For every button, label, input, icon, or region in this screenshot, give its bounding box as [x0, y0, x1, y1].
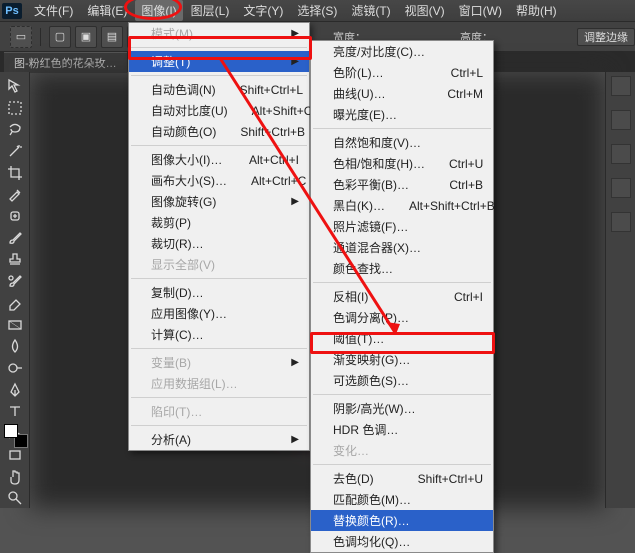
adj-gradient-map[interactable]: 渐变映射(G)… — [311, 349, 493, 370]
menu-adjustments[interactable]: 调整(T)▶ — [129, 51, 309, 72]
marquee-tool-icon[interactable] — [3, 98, 27, 118]
separator — [131, 425, 307, 426]
image-dropdown: 模式(M)▶ 调整(T)▶ 自动色调(N)Shift+Ctrl+L 自动对比度(… — [128, 22, 310, 451]
color-swatches[interactable] — [4, 424, 28, 448]
selmode-add-icon[interactable]: ▣ — [75, 26, 97, 48]
document-tab[interactable]: 图-粉红色的花朵玫… — [4, 52, 127, 73]
menu-image-rotate[interactable]: 图像旋转(G)▶ — [129, 191, 309, 212]
healing-tool-icon[interactable] — [3, 206, 27, 226]
separator — [131, 397, 307, 398]
adj-match-color[interactable]: 匹配颜色(M)… — [311, 489, 493, 510]
adj-vibrance[interactable]: 自然饱和度(V)… — [311, 132, 493, 153]
adj-color-balance[interactable]: 色彩平衡(B)…Ctrl+B — [311, 174, 493, 195]
gradient-tool-icon[interactable] — [3, 315, 27, 335]
menu-trap[interactable]: 陷印(T)… — [129, 401, 309, 422]
fg-swatch[interactable] — [4, 424, 18, 438]
menu-trim[interactable]: 裁切(R)… — [129, 233, 309, 254]
history-brush-tool-icon[interactable] — [3, 271, 27, 291]
adj-levels[interactable]: 色阶(L)…Ctrl+L — [311, 62, 493, 83]
selmode-new-icon[interactable]: ▢ — [49, 26, 71, 48]
wand-tool-icon[interactable] — [3, 141, 27, 161]
menu-edit[interactable]: 编辑(E) — [81, 0, 133, 21]
menu-canvas-size[interactable]: 画布大小(S)…Alt+Ctrl+C — [129, 170, 309, 191]
marquee-preset-icon[interactable]: ▭ — [10, 26, 32, 48]
adj-channel-mixer[interactable]: 通道混合器(X)… — [311, 237, 493, 258]
menu-analysis[interactable]: 分析(A)▶ — [129, 429, 309, 450]
adj-hue-sat[interactable]: 色相/饱和度(H)…Ctrl+U — [311, 153, 493, 174]
panel-group-icon[interactable] — [611, 212, 631, 232]
right-dock — [605, 72, 635, 508]
menu-mode[interactable]: 模式(M)▶ — [129, 23, 309, 44]
menu-auto-contrast[interactable]: 自动对比度(U)Alt+Shift+Ctrl+L — [129, 100, 309, 121]
brush-tool-icon[interactable] — [3, 228, 27, 248]
adj-equalize[interactable]: 色调均化(Q)… — [311, 531, 493, 552]
adjustments-submenu: 亮度/对比度(C)… 色阶(L)…Ctrl+L 曲线(U)…Ctrl+M 曝光度… — [310, 40, 494, 553]
menu-select[interactable]: 选择(S) — [291, 0, 343, 21]
adj-threshold[interactable]: 阈值(T)… — [311, 328, 493, 349]
menu-filter[interactable]: 滤镜(T) — [345, 0, 396, 21]
panel-group-icon[interactable] — [611, 178, 631, 198]
menu-window[interactable]: 窗口(W) — [453, 0, 508, 21]
menubar: Ps 文件(F) 编辑(E) 图像(I) 图层(L) 文字(Y) 选择(S) 滤… — [0, 0, 635, 22]
menu-auto-tone[interactable]: 自动色调(N)Shift+Ctrl+L — [129, 79, 309, 100]
separator — [313, 394, 491, 395]
stamp-tool-icon[interactable] — [3, 250, 27, 270]
separator — [40, 28, 41, 46]
menu-layer[interactable]: 图层(L) — [185, 0, 236, 21]
adj-hdr-toning[interactable]: HDR 色调… — [311, 419, 493, 440]
adj-exposure[interactable]: 曝光度(E)… — [311, 104, 493, 125]
refine-edge-button[interactable]: 调整边缘 — [577, 28, 635, 46]
menu-view[interactable]: 视图(V) — [399, 0, 451, 21]
panel-group-icon[interactable] — [611, 144, 631, 164]
lasso-tool-icon[interactable] — [3, 119, 27, 139]
crop-tool-icon[interactable] — [3, 163, 27, 183]
zoom-tool-icon[interactable] — [3, 488, 27, 508]
separator — [313, 464, 491, 465]
menu-apply-image[interactable]: 应用图像(Y)… — [129, 303, 309, 324]
separator — [131, 278, 307, 279]
adj-variations[interactable]: 变化… — [311, 440, 493, 461]
menu-image-size[interactable]: 图像大小(I)…Alt+Ctrl+I — [129, 149, 309, 170]
adj-brightness-contrast[interactable]: 亮度/对比度(C)… — [311, 41, 493, 62]
adj-desaturate[interactable]: 去色(D)Shift+Ctrl+U — [311, 468, 493, 489]
separator — [131, 145, 307, 146]
menu-help[interactable]: 帮助(H) — [510, 0, 563, 21]
menu-datasets[interactable]: 应用数据组(L)… — [129, 373, 309, 394]
adj-black-white[interactable]: 黑白(K)…Alt+Shift+Ctrl+B — [311, 195, 493, 216]
adj-posterize[interactable]: 色调分离(P)… — [311, 307, 493, 328]
adj-curves[interactable]: 曲线(U)…Ctrl+M — [311, 83, 493, 104]
menu-variables[interactable]: 变量(B)▶ — [129, 352, 309, 373]
eraser-tool-icon[interactable] — [3, 293, 27, 313]
menu-image[interactable]: 图像(I) — [135, 0, 182, 21]
separator — [313, 282, 491, 283]
adj-photo-filter[interactable]: 照片滤镜(F)… — [311, 216, 493, 237]
menu-crop[interactable]: 裁剪(P) — [129, 212, 309, 233]
separator — [131, 47, 307, 48]
type-tool-icon[interactable] — [3, 402, 27, 422]
adj-color-lookup[interactable]: 颜色查找… — [311, 258, 493, 279]
blur-tool-icon[interactable] — [3, 336, 27, 356]
adj-selective-color[interactable]: 可选颜色(S)… — [311, 370, 493, 391]
eyedropper-tool-icon[interactable] — [3, 185, 27, 205]
adj-shadow-highlight[interactable]: 阴影/高光(W)… — [311, 398, 493, 419]
menu-type[interactable]: 文字(Y) — [237, 0, 289, 21]
separator — [131, 348, 307, 349]
menu-reveal-all[interactable]: 显示全部(V) — [129, 254, 309, 275]
adj-replace-color[interactable]: 替换颜色(R)… — [311, 510, 493, 531]
panel-group-icon[interactable] — [611, 110, 631, 130]
menu-duplicate[interactable]: 复制(D)… — [129, 282, 309, 303]
selmode-subtract-icon[interactable]: ▤ — [101, 26, 123, 48]
separator — [313, 128, 491, 129]
menu-file[interactable]: 文件(F) — [28, 0, 79, 21]
hand-tool-icon[interactable] — [3, 467, 27, 487]
move-tool-icon[interactable] — [3, 76, 27, 96]
adj-invert[interactable]: 反相(I)Ctrl+I — [311, 286, 493, 307]
dodge-tool-icon[interactable] — [3, 358, 27, 378]
panel-group-icon[interactable] — [611, 76, 631, 96]
pen-tool-icon[interactable] — [3, 380, 27, 400]
menu-auto-color[interactable]: 自动颜色(O)Shift+Ctrl+B — [129, 121, 309, 142]
ps-logo: Ps — [2, 3, 22, 19]
menu-calculations[interactable]: 计算(C)… — [129, 324, 309, 345]
separator — [131, 75, 307, 76]
